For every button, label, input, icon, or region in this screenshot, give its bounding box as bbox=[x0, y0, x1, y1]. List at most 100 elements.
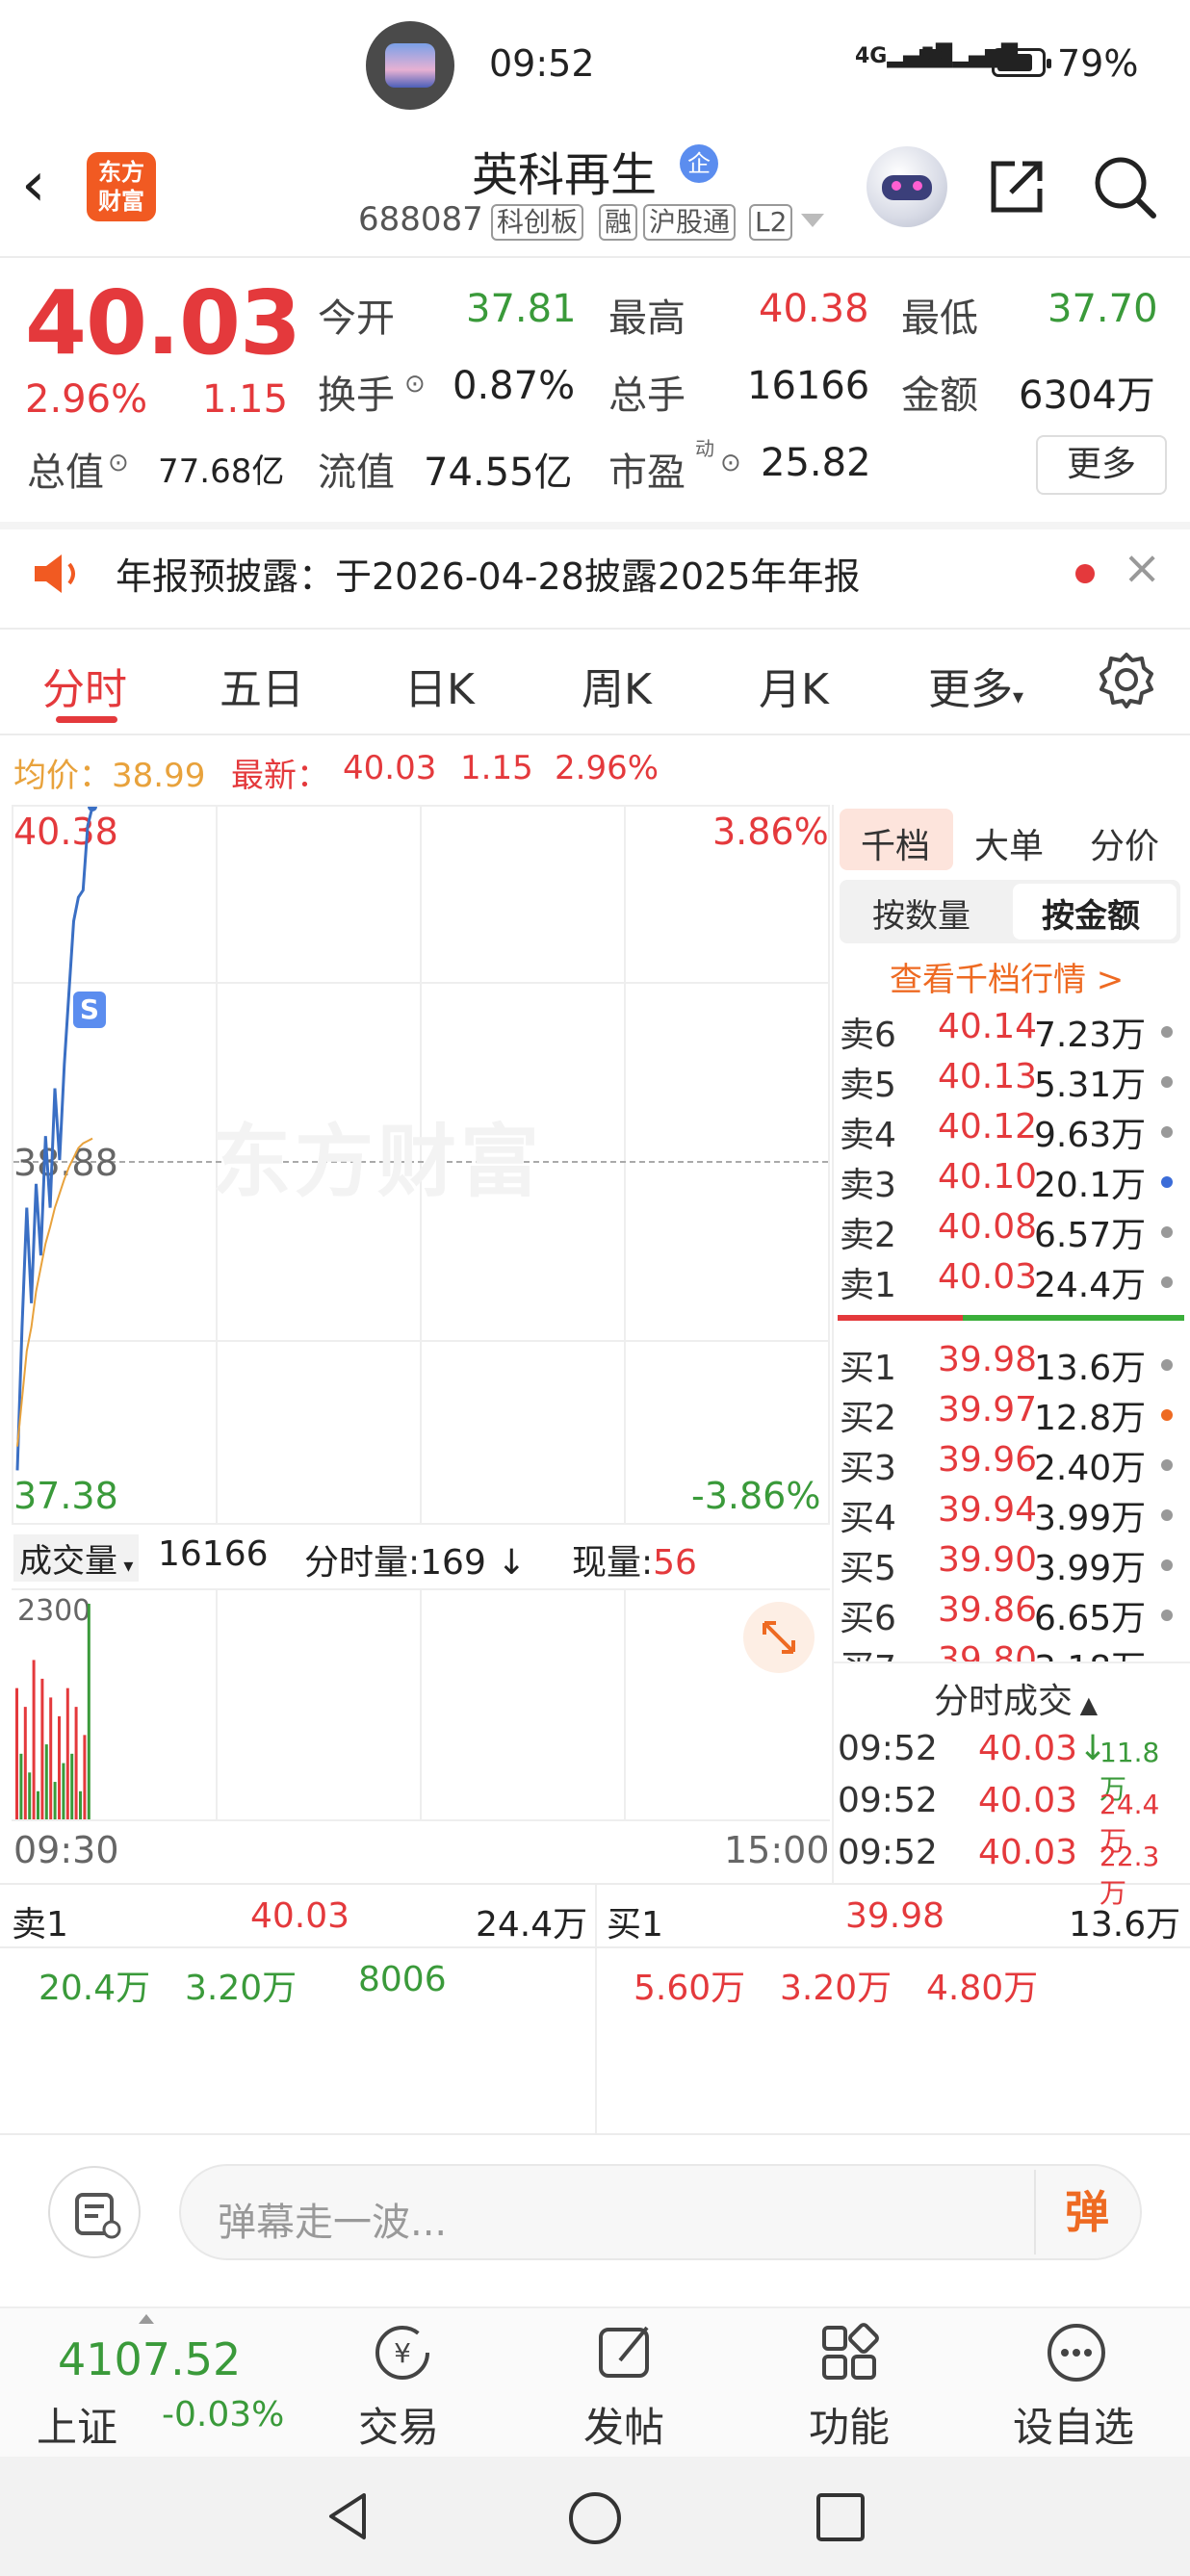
asks-volume: 6.57万 bbox=[1034, 1216, 1147, 1255]
sell-order-3[interactable]: 8006 bbox=[358, 1960, 447, 1999]
bids-volume: 6.65万 bbox=[1034, 1599, 1147, 1638]
bids-row[interactable]: 买6 39.86 6.65万 bbox=[838, 1590, 1184, 1640]
recent-app-thumbnail bbox=[366, 21, 454, 110]
bids-level-label: 买1 bbox=[840, 1349, 896, 1388]
nav-post[interactable]: 发帖 bbox=[583, 2395, 664, 2454]
asks-row[interactable]: 卖2 40.08 6.57万 bbox=[838, 1207, 1184, 1257]
bids-row[interactable]: 买4 39.94 3.99万 bbox=[838, 1490, 1184, 1540]
tick-time: 09:52 bbox=[838, 1729, 938, 1768]
nav-trade[interactable]: 交易 bbox=[358, 2395, 439, 2454]
volume-bar bbox=[19, 1753, 23, 1819]
nav-functions[interactable]: 功能 bbox=[809, 2395, 890, 2454]
sell-signal-marker[interactable]: S bbox=[73, 992, 106, 1028]
tab-monthly-k[interactable]: 月K bbox=[759, 655, 829, 716]
expand-icon[interactable] bbox=[743, 1602, 815, 1673]
more-dots-icon[interactable] bbox=[1042, 2320, 1111, 2385]
caret-up-icon[interactable] bbox=[139, 2314, 154, 2324]
asks-row[interactable]: 卖1 40.03 24.4万 bbox=[838, 1257, 1184, 1307]
volume-bar bbox=[83, 1735, 87, 1819]
trade-icon[interactable]: ¥ bbox=[368, 2320, 437, 2385]
change-amount: 1.15 bbox=[202, 377, 289, 422]
bids-volume: 12.8万 bbox=[1034, 1399, 1147, 1438]
volume-bar bbox=[49, 1697, 53, 1819]
asks-price: 40.12 bbox=[938, 1107, 1038, 1146]
sell-order-2[interactable]: 3.20万 bbox=[185, 1960, 297, 2010]
buy-order-2[interactable]: 3.20万 bbox=[780, 1960, 892, 2010]
back-icon[interactable]: ‹ bbox=[21, 154, 46, 216]
asks-price: 40.08 bbox=[938, 1207, 1038, 1247]
info-icon[interactable]: ⊙ bbox=[108, 449, 129, 477]
tick-price: 40.03 bbox=[978, 1781, 1078, 1820]
asks-level-label: 卖2 bbox=[840, 1216, 896, 1255]
info-icon[interactable]: ⊙ bbox=[720, 449, 741, 477]
bids-row[interactable]: 买5 39.90 3.99万 bbox=[838, 1540, 1184, 1590]
tick-row: 09:52 40.03 22.3万 bbox=[838, 1833, 1184, 1909]
tag-star-market: 科创板 bbox=[491, 204, 584, 241]
stock-name: 英科再生 bbox=[472, 148, 658, 202]
open-value: 37.81 bbox=[466, 287, 577, 331]
bids-price: 39.97 bbox=[938, 1390, 1038, 1430]
asks-level-label: 卖1 bbox=[840, 1266, 896, 1305]
functions-icon[interactable] bbox=[816, 2320, 886, 2385]
speaker-icon bbox=[35, 554, 75, 593]
gear-icon[interactable] bbox=[1098, 651, 1155, 708]
nav-add-watchlist[interactable]: 设自选 bbox=[1013, 2395, 1134, 2454]
volume-bar bbox=[65, 1687, 69, 1819]
barrage-send-button[interactable]: 弹 bbox=[1034, 2170, 1138, 2254]
ai-assistant-icon[interactable] bbox=[867, 146, 947, 227]
asks-row[interactable]: 卖4 40.12 9.63万 bbox=[838, 1107, 1184, 1157]
segment-by-quantity[interactable]: 按数量 bbox=[872, 889, 970, 937]
unread-dot bbox=[1075, 564, 1095, 583]
barrage-settings-icon[interactable] bbox=[48, 2166, 141, 2258]
app-logo[interactable]: 东方 财富 bbox=[87, 152, 156, 221]
segment-by-amount[interactable]: 按金额 bbox=[1042, 889, 1140, 937]
tab-large-orders[interactable]: 大单 bbox=[974, 818, 1044, 868]
post-icon[interactable] bbox=[591, 2320, 660, 2385]
more-button[interactable]: 更多 bbox=[1036, 435, 1167, 495]
volume-bar bbox=[58, 1715, 61, 1819]
tab-five-day[interactable]: 五日 bbox=[220, 655, 304, 716]
index-change[interactable]: -0.03% bbox=[162, 2395, 284, 2434]
tab-daily-k[interactable]: 日K bbox=[404, 655, 475, 716]
buy-order-1[interactable]: 5.60万 bbox=[634, 1960, 745, 2010]
bids-row[interactable]: 买2 39.97 12.8万 bbox=[838, 1390, 1184, 1440]
tab-intraday[interactable]: 分时 bbox=[42, 655, 127, 716]
share-icon[interactable] bbox=[986, 154, 1049, 218]
system-back-icon[interactable] bbox=[322, 2489, 375, 2543]
ticks-title[interactable]: 分时成交 ▲ bbox=[934, 1673, 1098, 1723]
high-label: 最高 bbox=[608, 296, 686, 341]
index-name[interactable]: 上证 bbox=[37, 2395, 117, 2454]
chevron-down-icon[interactable] bbox=[801, 214, 824, 227]
strip-sell-label: 卖1 bbox=[12, 1905, 68, 1945]
volume-bar bbox=[74, 1707, 78, 1819]
amount-value: 6304万 bbox=[1019, 374, 1155, 418]
tab-thousand-depth[interactable]: 千档 bbox=[861, 818, 930, 868]
divider bbox=[0, 628, 1190, 630]
pe-sup: 动 bbox=[695, 437, 714, 460]
asks-row[interactable]: 卖6 40.14 7.23万 bbox=[838, 1007, 1184, 1057]
search-icon[interactable] bbox=[1092, 154, 1159, 221]
latest-pct: 2.96% bbox=[555, 749, 660, 787]
tab-more[interactable]: 更多▾ bbox=[928, 655, 1023, 716]
tab-weekly-k[interactable]: 周K bbox=[582, 655, 652, 716]
strip-sell-price: 40.03 bbox=[250, 1896, 350, 1936]
notice-text[interactable]: 年报预披露：于2026-04-28披露2025年年报 bbox=[116, 547, 861, 600]
asks-row[interactable]: 卖3 40.10 20.1万 bbox=[838, 1157, 1184, 1207]
buy-order-3[interactable]: 4.80万 bbox=[926, 1960, 1038, 2010]
tab-price-dist[interactable]: 分价 bbox=[1090, 818, 1159, 868]
bids-row[interactable]: 买3 39.96 2.40万 bbox=[838, 1440, 1184, 1490]
bids-level-label: 买5 bbox=[840, 1549, 896, 1588]
bids-row[interactable]: 买1 39.98 13.6万 bbox=[838, 1340, 1184, 1390]
view-depth-link[interactable]: 查看千档行情 > bbox=[890, 953, 1124, 1000]
bid-row-clipped: 买7 39.803.18万 bbox=[838, 1640, 1184, 1662]
order-indicator-dot bbox=[1161, 1226, 1173, 1238]
volume-selector[interactable]: 成交量 ▾ bbox=[13, 1534, 140, 1582]
asks-row[interactable]: 卖5 40.13 5.31万 bbox=[838, 1057, 1184, 1107]
index-value[interactable]: 4107.52 bbox=[58, 2333, 241, 2385]
info-icon[interactable]: ⊙ bbox=[404, 370, 426, 399]
close-icon[interactable]: × bbox=[1123, 545, 1161, 591]
sell-order-1[interactable]: 20.4万 bbox=[39, 1960, 150, 2010]
system-recents-icon[interactable] bbox=[815, 2491, 867, 2543]
asks-level-label: 卖5 bbox=[840, 1066, 896, 1105]
system-home-icon[interactable] bbox=[566, 2489, 624, 2547]
